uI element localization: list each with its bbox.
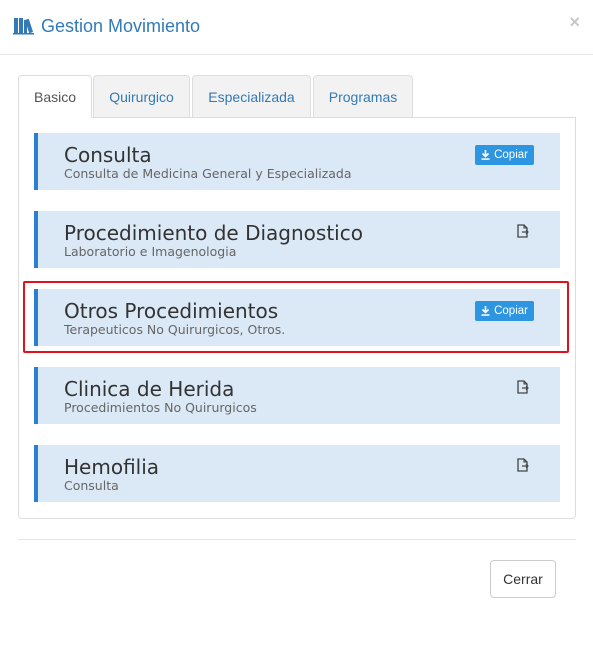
item-title: Clinica de Herida (64, 377, 235, 401)
copy-label: Copiar (494, 149, 528, 161)
list-item-procedimiento-diagnostico[interactable]: Procedimiento de Diagnostico Laboratorio… (34, 211, 560, 268)
item-subtitle: Terapeuticos No Quirurgicos, Otros. (64, 322, 286, 337)
cerrar-button[interactable]: Cerrar (490, 560, 556, 598)
item-subtitle: Procedimientos No Quirurgicos (64, 400, 257, 415)
modal-header: Gestion Movimiento × (0, 0, 593, 55)
item-title: Procedimiento de Diagnostico (64, 221, 363, 245)
item-title: Hemofilia (64, 455, 160, 479)
document-icon[interactable] (517, 380, 529, 394)
item-title: Consulta (64, 143, 152, 167)
download-icon (481, 306, 490, 316)
item-subtitle: Consulta (64, 478, 119, 493)
books-icon (13, 18, 34, 35)
tab-basico[interactable]: Basico (18, 75, 92, 118)
item-subtitle: Laboratorio e Imagenologia (64, 244, 237, 259)
item-subtitle: Consulta de Medicina General y Especiali… (64, 166, 352, 181)
list-item-clinica-herida[interactable]: Clinica de Herida Procedimientos No Quir… (34, 367, 560, 424)
list-item-otros-procedimientos[interactable]: Otros Procedimientos Terapeuticos No Qui… (34, 289, 560, 346)
document-icon[interactable] (517, 224, 529, 238)
copy-label: Copiar (494, 305, 528, 317)
close-icon[interactable]: × (569, 13, 580, 31)
tab-quirurgico[interactable]: Quirurgico (93, 75, 190, 117)
footer-divider (18, 539, 576, 540)
tab-content-panel: Consulta Consulta de Medicina General y … (18, 117, 576, 519)
modal-title: Gestion Movimiento (41, 16, 201, 36)
tab-programas[interactable]: Programas (313, 75, 413, 117)
tab-bar: Basico Quirurgico Especializada Programa… (18, 75, 576, 118)
list-item-consulta[interactable]: Consulta Consulta de Medicina General y … (34, 133, 560, 190)
download-icon (481, 150, 490, 160)
item-title: Otros Procedimientos (64, 299, 279, 323)
copy-button[interactable]: Copiar (475, 301, 534, 321)
tab-especializada[interactable]: Especializada (192, 75, 311, 117)
list-item-hemofilia[interactable]: Hemofilia Consulta (34, 445, 560, 502)
copy-button[interactable]: Copiar (475, 145, 534, 165)
document-icon[interactable] (517, 458, 529, 472)
